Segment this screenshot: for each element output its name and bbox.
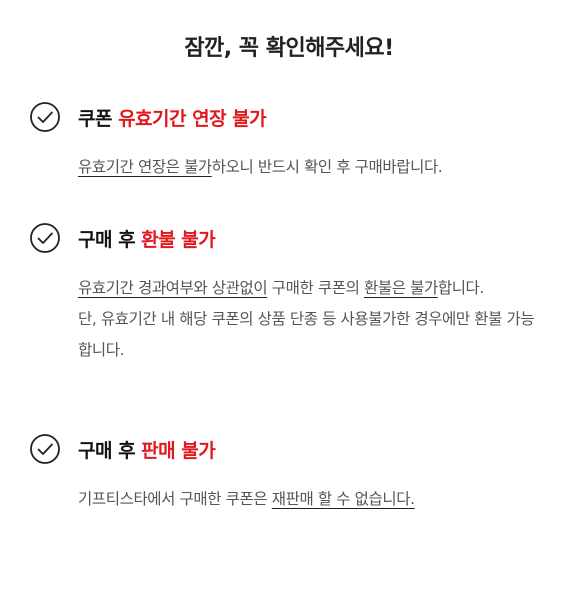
notice-section-no-refund: 구매 후 환불 불가 유효기간 경과여부와 상관없이 구매한 쿠폰의 환불은 불… [29, 222, 549, 366]
body-text: 기프티스타에서 구매한 쿠폰은 [78, 490, 272, 508]
underlined-text: 환불은 불가 [364, 279, 438, 297]
notice-heading: 구매 후 판매 불가 [29, 433, 549, 465]
heading-accent-text: 유효기간 연장 불가 [118, 107, 267, 130]
body-text-exception: 단, 유효기간 내 해당 쿠폰의 상품 단종 등 사용불가한 경우에만 환불 가… [78, 310, 535, 359]
notice-section-coupon-extension: 쿠폰 유효기간 연장 불가 유효기간 연장은 불가하오니 반드시 확인 후 구매… [29, 101, 549, 183]
page-title: 잠깐, 꼭 확인해주세요! [184, 36, 394, 61]
check-circle-icon [29, 222, 61, 254]
heading-accent-text: 판매 불가 [141, 439, 216, 462]
notice-heading: 구매 후 환불 불가 [29, 222, 549, 254]
heading-plain-text: 구매 후 [78, 228, 142, 251]
body-text: 합니다. [437, 279, 485, 297]
check-circle-icon [29, 433, 61, 465]
body-text: 하오니 반드시 확인 후 구매바랍니다. [211, 158, 443, 176]
notice-body: 유효기간 경과여부와 상관없이 구매한 쿠폰의 환불은 불가합니다. 단, 유효… [78, 273, 548, 366]
underlined-text: 유효기간 연장은 불가 [78, 158, 212, 176]
notice-heading-text: 구매 후 판매 불가 [78, 436, 216, 463]
notice-heading: 쿠폰 유효기간 연장 불가 [29, 101, 549, 133]
notice-body: 유효기간 연장은 불가하오니 반드시 확인 후 구매바랍니다. [78, 152, 548, 183]
underlined-text: 유효기간 경과여부와 상관없이 [78, 279, 268, 297]
underlined-text: 재판매 할 수 없습니다. [271, 490, 415, 508]
heading-plain-text: 구매 후 [78, 439, 142, 462]
body-text: 구매한 쿠폰의 [267, 279, 364, 297]
notice-body: 기프티스타에서 구매한 쿠폰은 재판매 할 수 없습니다. [78, 484, 548, 515]
check-circle-icon [29, 101, 61, 133]
heading-plain-text: 쿠폰 [78, 107, 119, 130]
notice-heading-text: 구매 후 환불 불가 [78, 225, 216, 252]
heading-accent-text: 환불 불가 [141, 228, 216, 251]
notice-section-no-resale: 구매 후 판매 불가 기프티스타에서 구매한 쿠폰은 재판매 할 수 없습니다. [29, 433, 549, 515]
notice-heading-text: 쿠폰 유효기간 연장 불가 [78, 104, 267, 131]
